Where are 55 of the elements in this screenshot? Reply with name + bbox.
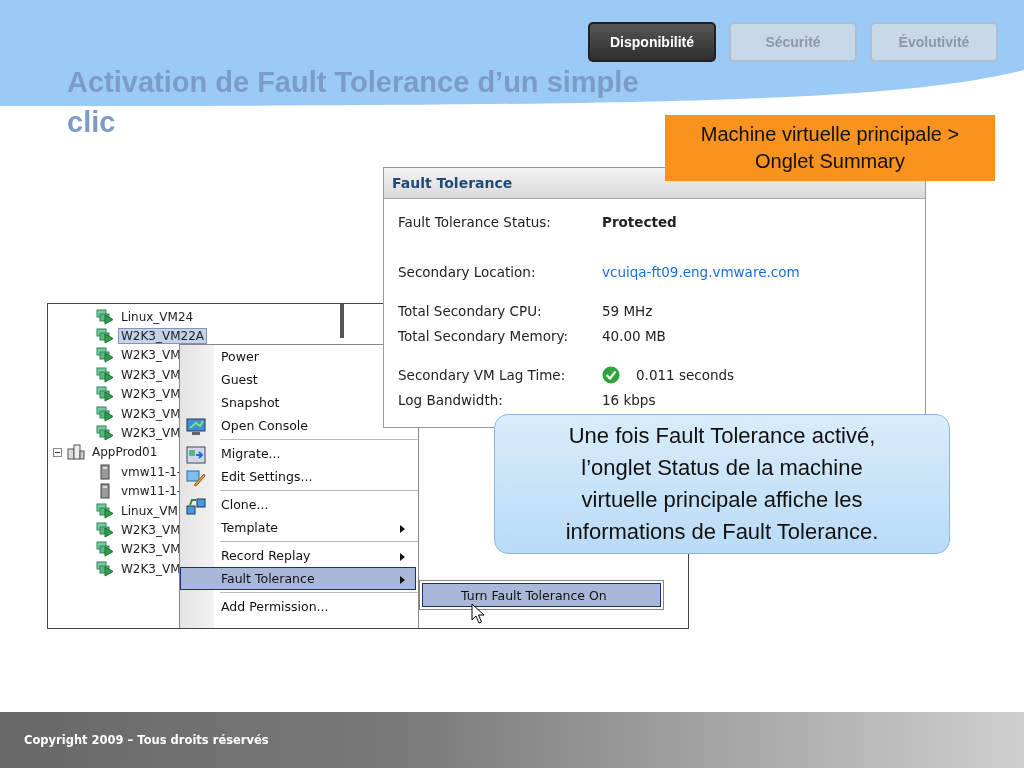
field-label: Secondary Location: (398, 263, 537, 280)
vm-icon (96, 386, 114, 403)
nav-tab[interactable]: Disponibilité (588, 22, 716, 62)
menu-item[interactable]: Power (180, 345, 416, 368)
menu-item[interactable]: Open Console (180, 414, 416, 437)
tree-item[interactable]: W2K3_VM (119, 426, 183, 441)
vm-icon (96, 347, 114, 364)
menu-item[interactable]: Fault Tolerance (180, 567, 416, 590)
host-link[interactable]: vcuiqa-ft09.eng.vmware.com (602, 263, 800, 280)
vm-icon (96, 308, 114, 325)
vm-icon (96, 425, 114, 442)
field-label: Fault Tolerance Status: (398, 213, 552, 230)
vm-icon (96, 502, 114, 519)
collapse-toggle[interactable] (53, 447, 62, 457)
edit-icon (186, 469, 206, 487)
clone-icon (186, 497, 206, 515)
menu-item[interactable]: Template (180, 516, 416, 539)
vm-icon (96, 522, 114, 538)
check-icon (602, 365, 620, 384)
tree-item[interactable]: W2K3_VM (119, 523, 183, 537)
tree-item[interactable]: W2K3_VM22A (119, 329, 207, 344)
tree-item[interactable]: W2K3_VM (119, 387, 183, 402)
tree-item[interactable]: Linux_VM (119, 503, 180, 518)
tree-item[interactable]: W2K3_VM (119, 542, 183, 557)
migrate-icon (186, 446, 206, 464)
tree-item[interactable]: W2K3_VM (119, 561, 183, 576)
monitor-icon (186, 418, 206, 436)
tree-item[interactable]: W2K3_VM (119, 348, 183, 363)
tree-item[interactable]: W2K3_VM (119, 367, 183, 382)
vm-icon (96, 366, 114, 383)
menu-item[interactable]: Record Replay (180, 544, 416, 567)
callout-text: Une fois Fault Tolerance activé, l’onglet Status de la machine virtuelle principale affiche les informations de Fault Tolerance. (564, 422, 880, 546)
field-value: 40.00 MB (602, 327, 666, 344)
callout-label: Machine virtuelle principale > Onglet Summary (665, 115, 995, 181)
panel-title: Fault Tolerance (392, 175, 513, 191)
buildings-icon (67, 444, 85, 461)
field-label: Total Secondary Memory: (398, 327, 570, 344)
menu-item[interactable]: Add Permission... (180, 595, 416, 618)
field-value: Protected (602, 213, 677, 230)
vm-icon (96, 405, 114, 422)
tree-item[interactable]: AppProd01 (90, 445, 160, 460)
field-value: 0.011 seconds (636, 366, 735, 383)
menu-item[interactable]: Turn Fault Tolerance On (422, 583, 661, 607)
field-value: 59 MHz (602, 302, 653, 319)
menu-item[interactable]: Migrate... (180, 442, 416, 465)
copyright-text: Copyright 2009 – Tous droits réservés (24, 733, 269, 747)
vm-icon (96, 560, 114, 577)
vm-icon (96, 328, 114, 345)
field-label: Total Secondary CPU: (398, 302, 543, 319)
field-value: 16 kbps (602, 391, 656, 408)
vm-icon (96, 541, 114, 558)
tree-item[interactable]: Linux_VM24 (119, 309, 196, 324)
field-label: Log Bandwidth: (398, 391, 504, 408)
tree-item[interactable]: W2K3_VM (119, 406, 183, 421)
field-label: Secondary VM Lag Time: (398, 366, 567, 383)
